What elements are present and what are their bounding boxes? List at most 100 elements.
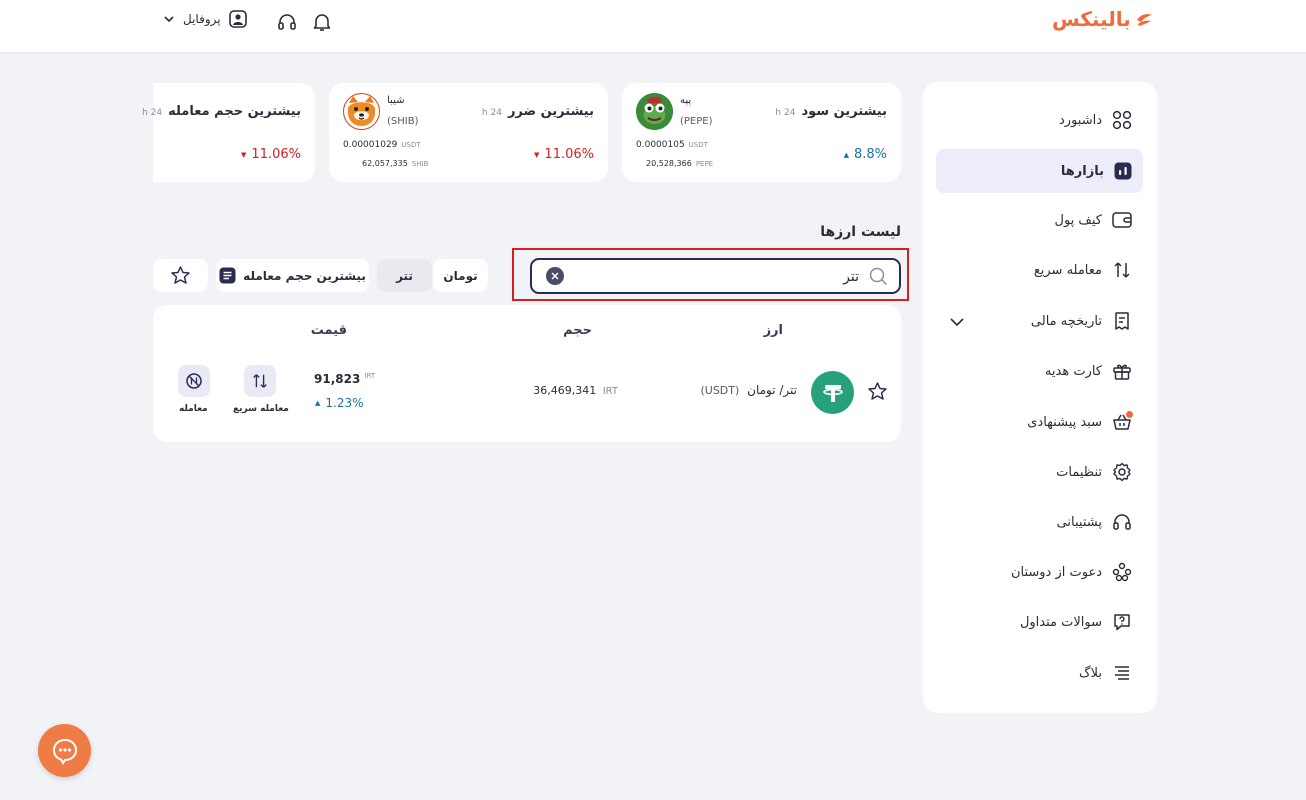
sidebar-item-label: کیف پول (1054, 212, 1102, 228)
headset-icon (278, 14, 296, 30)
sidebar-item-label: تنظیمات (1056, 464, 1102, 480)
sidebar-item-label: دعوت از دوستان (1010, 564, 1102, 580)
currency-name: تتر/ تومان (USDT) (700, 383, 797, 397)
volume-value: 20,528,366 (646, 159, 692, 168)
sidebar-item-support[interactable]: پشتیبانی (923, 500, 1157, 544)
sidebar-item-suggested-basket[interactable]: سبد پیشنهادی (923, 400, 1157, 444)
sidebar-item-blog[interactable]: بلاگ (923, 651, 1157, 695)
coin-volume: 20,528,366 PEPE (646, 159, 713, 168)
column-header-currency: ارز (763, 323, 783, 338)
sidebar-item-label: کارت هدیه (1044, 363, 1102, 379)
currency-table: ارز حجم قیمت تتر/ تومان (USDT) 36,469,34… (153, 305, 901, 442)
sort-icon (219, 267, 236, 284)
sidebar-item-settings[interactable]: تنظیمات (923, 450, 1157, 494)
quick-trade-label: معامله سریع (233, 404, 289, 414)
filter-toman[interactable]: تومان (433, 259, 488, 292)
change-percent: ▼ 11.06% (534, 147, 594, 162)
change-value: 11.06% (251, 147, 301, 162)
sidebar-item-label: تاریخچه مالی (1030, 313, 1102, 329)
filter-label: تومان (443, 268, 478, 283)
change-percent: ▼ 11.06% (241, 147, 301, 162)
profile-label: پروفایل (183, 12, 221, 26)
profile-menu[interactable]: پروفایل (163, 10, 247, 28)
sidebar-item-quick-trade[interactable]: معامله سریع (923, 248, 1157, 292)
favorites-filter-button[interactable] (153, 259, 208, 292)
gear-icon (1113, 462, 1131, 482)
sidebar-item-faq[interactable]: سوالات متداول (923, 600, 1157, 644)
shib-coin-icon (343, 93, 380, 130)
volume-value: 36,469,341 (533, 384, 597, 397)
star-icon[interactable] (867, 381, 888, 402)
coin-volume: 62,057,335 SHIB (362, 159, 428, 168)
grid-icon (1112, 110, 1132, 130)
top-loser-card[interactable]: بیشترین ضرر 24 h ▼ 11.06% شیبا (SHIB) 0.0… (329, 83, 608, 182)
change-value: 8.8% (853, 147, 887, 162)
search-field[interactable] (530, 258, 901, 294)
sidebar-item-label: معامله سریع (1033, 262, 1102, 278)
card-title: بیشترین ضرر 24 h (482, 104, 594, 119)
chevron-down-icon[interactable] (949, 316, 965, 328)
sidebar-item-invite[interactable]: دعوت از دوستان (923, 550, 1157, 594)
currency-list-title: لیست ارزها (820, 224, 901, 240)
sidebar-item-label: پشتیبانی (1056, 514, 1102, 530)
arrow-down-icon: ▼ (241, 150, 247, 159)
change-value: 1.23% (325, 396, 364, 410)
column-header-price: قیمت (310, 323, 347, 338)
sidebar-item-markets[interactable]: بازارها (936, 149, 1143, 193)
volume-cell: 36,469,341 IRT (533, 384, 618, 397)
coin-name: پپه (680, 95, 692, 106)
sidebar-item-label: بازارها (1060, 163, 1104, 179)
arrow-down-icon: ▼ (534, 150, 540, 159)
top-bar: بالینکس پروفایل (0, 0, 1306, 53)
swap-icon (1114, 262, 1130, 278)
star-icon (171, 266, 190, 284)
price-cell: 91,823 IRT (314, 372, 375, 386)
trade-icon (186, 373, 202, 389)
volume-unit: SHIB (411, 160, 429, 168)
sidebar-item-wallet[interactable]: کیف پول (923, 198, 1157, 242)
notifications-button[interactable] (311, 11, 333, 33)
filter-tether[interactable]: تتر (377, 259, 432, 292)
trade-button[interactable] (178, 365, 210, 397)
user-avatar-icon (228, 10, 247, 28)
frog-icon (636, 93, 673, 130)
chat-bubble-icon (52, 738, 77, 765)
sort-label: بیشترین حجم معامله (243, 268, 366, 283)
headset-icon (1113, 514, 1131, 530)
shiba-icon (343, 93, 380, 130)
blog-icon (1115, 666, 1129, 680)
logo-mark-icon (1136, 14, 1152, 26)
sidebar-item-dashboard[interactable]: داشبورد (923, 98, 1157, 142)
basket-icon-wrap (1112, 411, 1133, 432)
coin-symbol: (PEPE) (680, 116, 713, 127)
tether-coin-icon (811, 371, 854, 414)
sidebar-item-gift-card[interactable]: کارت هدیه (923, 349, 1157, 393)
support-headset-button[interactable] (276, 11, 298, 33)
search-input[interactable] (579, 267, 859, 287)
trade-label: معامله (179, 404, 208, 414)
logo[interactable]: بالینکس (1052, 6, 1153, 32)
top-gainer-card[interactable]: بیشترین سود 24 h ▲ 8.8% پپه (PEPE) 0.0000… (622, 83, 901, 182)
card-title-text: بیشترین سود (801, 104, 887, 119)
period-label: 24 h (481, 108, 502, 118)
sort-dropdown[interactable]: بیشترین حجم معامله (216, 259, 369, 292)
period-label: 24 h (775, 108, 796, 118)
card-title: بیشترین حجم معامله 24 h (142, 104, 301, 119)
card-title-text: بیشترین حجم معامله (168, 104, 301, 119)
top-volume-card[interactable]: بیشترین حجم معامله 24 h ▼ 11.06% (142, 83, 315, 182)
quick-trade-button[interactable] (244, 365, 276, 397)
chat-button[interactable] (38, 724, 91, 777)
sidebar-item-label: داشبورد (1059, 112, 1102, 128)
bell-icon (313, 14, 331, 31)
close-icon (551, 272, 559, 280)
clear-search-button[interactable] (546, 267, 564, 285)
volume-unit: IRT (602, 386, 618, 397)
coin-price: 0.00001029 USDT (343, 140, 421, 150)
price-value: 91,823 (314, 372, 361, 386)
card-title: بیشترین سود 24 h (775, 104, 887, 119)
notification-dot (1126, 411, 1133, 418)
chevron-down-icon (164, 16, 174, 23)
pair-name: تتر/ تومان (747, 383, 797, 397)
price-unit: IRT (364, 372, 376, 380)
pair-symbol: (USDT) (700, 384, 740, 397)
